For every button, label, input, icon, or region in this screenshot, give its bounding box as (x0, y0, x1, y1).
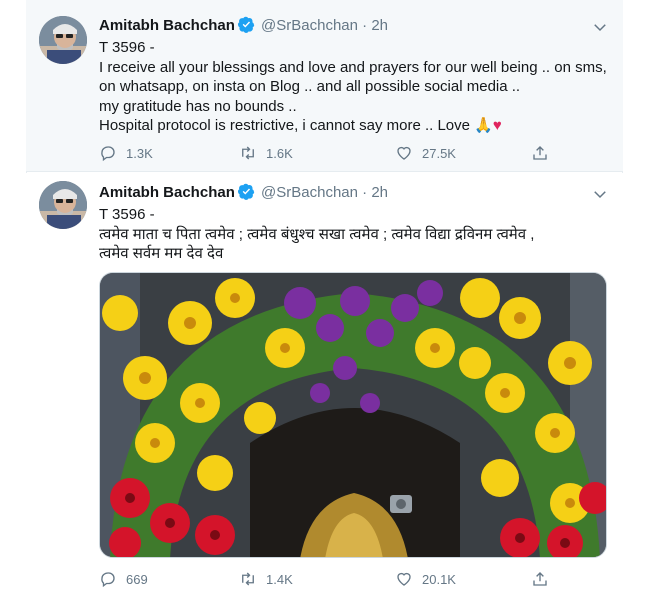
tweet-timestamp[interactable]: 2h (371, 184, 388, 201)
tweet-text-line: T 3596 - (99, 206, 155, 223)
retweet-count: 1.6K (266, 145, 293, 161)
author-handle[interactable]: @SrBachchan (261, 17, 358, 34)
heart-outline-icon (397, 146, 411, 160)
tweet-text-line: Hospital protocol is restrictive, i cann… (99, 116, 614, 136)
separator-dot: · (362, 184, 368, 201)
tweet-actions: 669 1.4K 20.1K (99, 569, 547, 589)
avatar[interactable] (39, 16, 87, 64)
tweet-header: Amitabh Bachchan @SrBachchan · 2h (99, 183, 388, 206)
like-count: 27.5K (422, 145, 456, 161)
reply-count: 1.3K (126, 145, 153, 161)
reply-button[interactable]: 1.3K (99, 143, 153, 163)
tweet-text-line: my gratitude has no bounds .. (99, 97, 297, 115)
retweet-icon (242, 146, 254, 160)
folded-hands-emoji: 🙏 (474, 117, 493, 135)
share-icon (533, 146, 547, 160)
separator-dot: · (362, 17, 368, 34)
tweet[interactable]: Amitabh Bachchan @SrBachchan · 2h T 3596… (26, 0, 623, 172)
chevron-down-icon[interactable] (591, 18, 609, 36)
tweet[interactable]: Amitabh Bachchan @SrBachchan · 2h T 3596… (26, 173, 623, 606)
retweet-button[interactable]: 1.4K (239, 569, 293, 589)
tweet-photo[interactable] (99, 272, 607, 558)
tweet-text-line: I receive all your blessings and love an… (99, 58, 607, 76)
heart-outline-icon (397, 572, 411, 586)
avatar[interactable] (39, 181, 87, 229)
author-handle[interactable]: @SrBachchan (261, 184, 358, 201)
tweet-text-line-content: Hospital protocol is restrictive, i cann… (99, 117, 470, 135)
tweet-text-line: on whatsapp, on insta on Blog .. and all… (99, 78, 521, 96)
retweet-button[interactable]: 1.6K (239, 143, 293, 163)
reply-icon (101, 146, 115, 162)
verified-badge-icon (237, 183, 255, 206)
tweet-timestamp[interactable]: 2h (371, 17, 388, 34)
verified-badge-icon (237, 16, 255, 39)
retweet-count: 1.4K (266, 571, 293, 587)
share-button[interactable] (531, 143, 558, 163)
author-name[interactable]: Amitabh Bachchan (99, 17, 235, 34)
tweet-text: T 3596 - त्वमेव माता च पिता त्वमेव ; त्व… (99, 205, 614, 264)
reply-count: 669 (126, 571, 148, 587)
share-icon (533, 572, 547, 586)
author-name[interactable]: Amitabh Bachchan (99, 184, 235, 201)
like-button[interactable]: 27.5K (395, 143, 456, 163)
retweet-icon (242, 572, 254, 586)
reply-button[interactable]: 669 (99, 569, 148, 589)
share-button[interactable] (531, 569, 558, 589)
tweet-actions: 1.3K 1.6K 27.5K (99, 143, 547, 163)
like-count: 20.1K (422, 571, 456, 587)
flower-arch-photo (100, 273, 606, 557)
reply-icon (101, 572, 115, 588)
tweet-text-line: त्वमेव सर्वम मम देव देव (99, 245, 224, 263)
like-button[interactable]: 20.1K (395, 569, 456, 589)
tweet-text-line: T 3596 - (99, 39, 155, 56)
heart-emoji: ♥ (492, 117, 502, 135)
tweet-header: Amitabh Bachchan @SrBachchan · 2h (99, 16, 388, 39)
tweet-text: T 3596 - I receive all your blessings an… (99, 38, 614, 136)
tweet-text-line: त्वमेव माता च पिता त्वमेव ; त्वमेव बंधुश… (99, 225, 535, 243)
chevron-down-icon[interactable] (591, 185, 609, 203)
